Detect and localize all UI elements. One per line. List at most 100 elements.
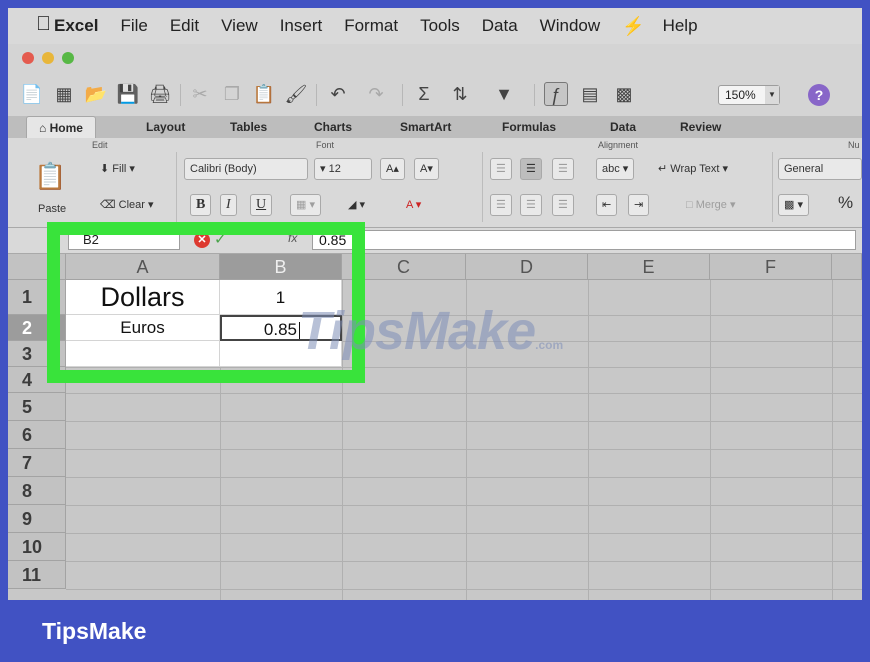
tab-review[interactable]: Review bbox=[680, 116, 721, 138]
paste-icon[interactable]: 📋 bbox=[252, 82, 276, 106]
tab-smartart[interactable]: SmartArt bbox=[400, 116, 451, 138]
menu-insert[interactable]: Insert bbox=[280, 16, 323, 36]
redo-icon[interactable]: ↷ bbox=[364, 82, 388, 106]
cut-icon[interactable]: ✂ bbox=[188, 82, 212, 106]
chevron-down-icon[interactable]: ▼ bbox=[765, 86, 779, 104]
row-header-9[interactable]: 9 bbox=[8, 505, 66, 533]
close-window-button[interactable] bbox=[22, 52, 34, 64]
column-header-d[interactable]: D bbox=[466, 254, 588, 280]
ribbon-divider bbox=[772, 152, 773, 222]
clear-label: Clear bbox=[118, 199, 145, 211]
italic-button[interactable]: I bbox=[220, 194, 237, 216]
column-header-g[interactable] bbox=[832, 254, 862, 280]
font-color-button[interactable]: A ▾ bbox=[400, 194, 427, 216]
menu-edit[interactable]: Edit bbox=[170, 16, 199, 36]
row-header-5[interactable]: 5 bbox=[8, 393, 66, 421]
screenshot-stage:  Excel File Edit View Insert Format Too… bbox=[0, 0, 870, 662]
merge-button[interactable]: □ Merge ▾ bbox=[680, 194, 741, 216]
print-icon[interactable]: 🖨 bbox=[148, 82, 172, 106]
gridline bbox=[832, 280, 833, 600]
tab-charts[interactable]: Charts bbox=[314, 116, 352, 138]
gridline bbox=[66, 449, 862, 450]
script-bolt-icon[interactable]: ⚡ bbox=[622, 16, 644, 37]
zoom-select[interactable]: 150% ▼ bbox=[718, 85, 780, 105]
grow-font-button[interactable]: A▴ bbox=[380, 158, 405, 180]
bold-button[interactable]: B bbox=[190, 194, 212, 216]
apple-icon[interactable]:  bbox=[36, 13, 51, 36]
fill-label: Fill bbox=[112, 163, 127, 175]
text-orientation-button[interactable]: abc ▾ bbox=[596, 158, 635, 180]
menu-window[interactable]: Window bbox=[540, 16, 600, 36]
tab-layout[interactable]: Layout bbox=[146, 116, 185, 138]
underline-button[interactable]: U bbox=[250, 194, 273, 216]
menu-view[interactable]: View bbox=[221, 16, 258, 36]
row-header-6[interactable]: 6 bbox=[8, 421, 66, 449]
clear-button[interactable]: ⌫ Clear ▾ bbox=[94, 194, 160, 216]
number-format-gallery-button[interactable]: ▩ ▾ bbox=[778, 194, 809, 216]
autosum-icon[interactable]: Σ bbox=[412, 82, 436, 106]
decrease-indent-button[interactable]: ⇤ bbox=[596, 194, 618, 216]
gridline bbox=[66, 589, 862, 590]
tab-data[interactable]: Data bbox=[610, 116, 636, 138]
help-icon[interactable]: ? bbox=[808, 84, 830, 106]
save-icon[interactable]: 💾 bbox=[116, 82, 140, 106]
font-size-select[interactable]: ▾ 12 bbox=[314, 158, 372, 180]
align-bottom-button[interactable]: ☰ bbox=[552, 158, 574, 180]
menu-data[interactable]: Data bbox=[482, 16, 518, 36]
column-header-e[interactable]: E bbox=[588, 254, 710, 280]
menu-tools[interactable]: Tools bbox=[420, 16, 460, 36]
toolbar-divider bbox=[402, 84, 403, 106]
window-titlebar bbox=[8, 44, 862, 72]
footer-band: TipsMake bbox=[0, 600, 870, 662]
copy-icon[interactable]: ❐ bbox=[220, 82, 244, 106]
menu-file[interactable]: File bbox=[120, 16, 147, 36]
zoom-value: 150% bbox=[725, 88, 756, 102]
zoom-window-button[interactable] bbox=[62, 52, 74, 64]
format-painter-icon[interactable]: 🖌 bbox=[284, 82, 308, 106]
ribbon-tabs: ⌂ Home Layout Tables Charts SmartArt For… bbox=[8, 116, 862, 138]
watermark-suffix: .com bbox=[535, 338, 564, 352]
row-header-11[interactable]: 11 bbox=[8, 561, 66, 589]
tab-tables[interactable]: Tables bbox=[230, 116, 267, 138]
menu-app-excel[interactable]: Excel bbox=[54, 16, 98, 36]
open-folder-icon[interactable]: 📂 bbox=[84, 82, 108, 106]
font-name-select[interactable]: Calibri (Body) bbox=[184, 158, 308, 180]
row-header-7[interactable]: 7 bbox=[8, 449, 66, 477]
toolbar-divider bbox=[316, 84, 317, 106]
home-ribbon: Edit Font Alignment Nu 📋 Paste ⬇ Fill ▾ … bbox=[8, 138, 862, 228]
tab-formulas[interactable]: Formulas bbox=[502, 116, 556, 138]
undo-icon[interactable]: ↶ bbox=[326, 82, 350, 106]
wrap-text-button[interactable]: ↵ Wrap Text ▾ bbox=[652, 158, 734, 180]
number-format-select[interactable]: General bbox=[778, 158, 862, 180]
align-right-button[interactable]: ☰ bbox=[552, 194, 574, 216]
sort-icon[interactable]: ⇅ bbox=[448, 82, 472, 106]
minimize-window-button[interactable] bbox=[42, 52, 54, 64]
footer-brand: TipsMake bbox=[42, 618, 147, 644]
show-hide-icon[interactable]: ▤ bbox=[578, 82, 602, 106]
align-center-button[interactable]: ☰ bbox=[520, 194, 542, 216]
increase-indent-button[interactable]: ⇥ bbox=[628, 194, 650, 216]
ribbon-divider bbox=[482, 152, 483, 222]
align-left-button[interactable]: ☰ bbox=[490, 194, 512, 216]
formula-input[interactable]: 0.85 bbox=[312, 230, 856, 250]
filter-icon[interactable]: ▼ bbox=[492, 82, 516, 106]
templates-icon[interactable]: ▦ bbox=[52, 82, 76, 106]
menu-help[interactable]: Help bbox=[663, 16, 698, 36]
menu-format[interactable]: Format bbox=[344, 16, 398, 36]
shrink-font-button[interactable]: A▾ bbox=[414, 158, 439, 180]
column-header-f[interactable]: F bbox=[710, 254, 832, 280]
tab-home[interactable]: ⌂ Home bbox=[26, 116, 96, 138]
borders-button[interactable]: ▦ ▾ bbox=[290, 194, 321, 216]
align-middle-button[interactable]: ☰ bbox=[520, 158, 542, 180]
row-header-10[interactable]: 10 bbox=[8, 533, 66, 561]
gallery-icon[interactable]: ▩ bbox=[612, 82, 636, 106]
align-top-button[interactable]: ☰ bbox=[490, 158, 512, 180]
row-header-8[interactable]: 8 bbox=[8, 477, 66, 505]
formula-builder-icon[interactable]: ƒ bbox=[544, 82, 568, 106]
new-workbook-icon[interactable]: 📄 bbox=[20, 82, 44, 106]
fill-color-button[interactable]: ◢ ▾ bbox=[342, 194, 371, 216]
paste-label[interactable]: Paste bbox=[32, 198, 72, 220]
fill-button[interactable]: ⬇ Fill ▾ bbox=[94, 158, 141, 180]
paste-clipboard-icon[interactable]: 📋 bbox=[34, 163, 66, 196]
percent-button[interactable]: % bbox=[832, 192, 859, 214]
